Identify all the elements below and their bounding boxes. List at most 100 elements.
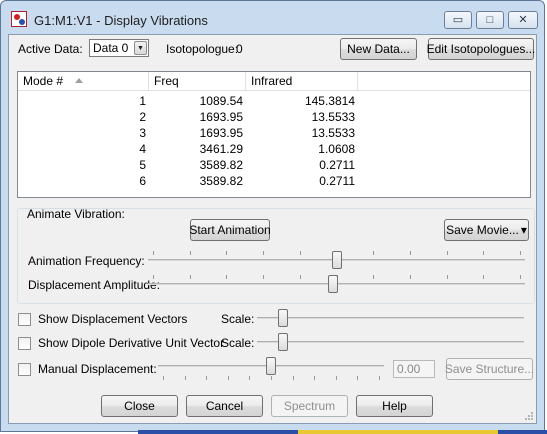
dipole-scale-slider[interactable] <box>257 333 524 353</box>
slider-tick <box>373 251 374 255</box>
cell-infrared: 0.2711 <box>319 158 355 172</box>
slider-thumb[interactable] <box>266 357 276 375</box>
slider-tick <box>314 376 315 380</box>
slider-tick <box>336 376 337 380</box>
minimize-icon: ▭ <box>452 13 464 26</box>
close-window-button[interactable]: ✕ <box>508 11 538 29</box>
slider-tick <box>300 275 301 279</box>
show-displacement-vectors-checkbox[interactable] <box>18 313 31 326</box>
background-strip <box>138 430 547 434</box>
vectors-scale-slider[interactable] <box>257 309 524 329</box>
spectrum-button[interactable]: Spectrum <box>271 395 348 417</box>
slider-tick <box>483 251 484 255</box>
slider-tick <box>293 376 294 380</box>
table-row[interactable]: 5 3589.82 0.2711 <box>18 157 530 173</box>
minimize-button[interactable]: ▭ <box>444 11 472 29</box>
cell-mode: 3 <box>139 126 146 140</box>
animate-vibration-label: Animate Vibration: <box>27 207 125 221</box>
save-movie-button[interactable]: Save Movie... ▾ <box>444 219 529 241</box>
slider-tick <box>483 275 484 279</box>
slider-track <box>257 317 524 319</box>
window-title: G1:M1:V1 - Display Vibrations <box>34 13 208 28</box>
new-data-button[interactable]: New Data... <box>340 38 417 60</box>
displacement-amplitude-label: Displacement Amplitude: <box>28 278 161 292</box>
dropdown-arrow-icon: ▾ <box>520 223 527 237</box>
slider-thumb[interactable] <box>328 275 338 293</box>
slider-tick <box>226 251 227 255</box>
column-header-infrared[interactable]: Infrared <box>246 72 358 90</box>
slider-tick <box>300 251 301 255</box>
cell-mode: 2 <box>139 110 146 124</box>
maximize-button[interactable]: □ <box>476 11 504 29</box>
slider-tick <box>228 376 229 380</box>
manual-displacement-checkbox[interactable] <box>18 363 31 376</box>
vibration-modes-table[interactable]: Mode # Freq Infrared 1 1089.54 145.3814 2 16… <box>17 71 531 198</box>
cell-freq: 3589.82 <box>199 158 243 172</box>
slider-tick <box>263 251 264 255</box>
cancel-button[interactable]: Cancel <box>186 395 263 417</box>
show-displacement-vectors-label: Show Displacement Vectors <box>38 312 188 326</box>
save-movie-label: Save Movie... <box>446 223 519 237</box>
title-bar[interactable]: G1:M1:V1 - Display Vibrations ▭ □ ✕ <box>0 0 545 34</box>
start-animation-button[interactable]: Start Animation <box>189 219 271 241</box>
cell-infrared: 13.5533 <box>311 126 355 140</box>
isotopologue-value: 0 <box>236 42 243 56</box>
slider-tick <box>190 275 191 279</box>
cell-freq: 1693.95 <box>199 110 243 124</box>
slider-thumb[interactable] <box>278 309 288 327</box>
slider-tick <box>379 376 380 380</box>
column-header-freq[interactable]: Freq <box>149 72 246 90</box>
slider-tick <box>410 251 411 255</box>
cell-mode: 1 <box>139 94 146 108</box>
slider-tick <box>357 376 358 380</box>
table-row[interactable]: 4 3461.29 1.0608 <box>18 141 530 157</box>
active-data-dropdown[interactable]: Data 0 ▼ <box>89 39 149 57</box>
slider-tick <box>153 251 154 255</box>
manual-displacement-slider[interactable] <box>158 357 384 381</box>
slider-tick <box>410 275 411 279</box>
slider-tick <box>226 275 227 279</box>
cell-freq: 1089.54 <box>199 94 243 108</box>
cell-freq: 3589.82 <box>199 174 243 188</box>
cell-infrared: 1.0608 <box>318 142 355 156</box>
table-row[interactable]: 2 1693.95 13.5533 <box>18 109 530 125</box>
slider-tick <box>163 376 164 380</box>
table-header: Mode # Freq Infrared <box>18 72 530 91</box>
save-structure-button[interactable]: Save Structure... <box>445 358 534 380</box>
sort-ascending-icon <box>75 78 83 83</box>
slider-thumb[interactable] <box>332 251 342 269</box>
slider-tick <box>520 275 521 279</box>
slider-tick <box>249 376 250 380</box>
table-row[interactable]: 6 3589.82 0.2711 <box>18 173 530 189</box>
cell-infrared: 0.2711 <box>319 174 355 188</box>
vectors-scale-label: Scale: <box>221 312 255 326</box>
edit-isotopologues-button[interactable]: Edit Isotopologues... <box>427 38 535 60</box>
slider-thumb[interactable] <box>278 333 288 351</box>
cell-infrared: 145.3814 <box>304 94 355 108</box>
manual-displacement-label: Manual Displacement: <box>38 362 157 376</box>
active-data-value: Data 0 <box>93 41 129 55</box>
manual-displacement-input[interactable]: 0.00 <box>393 360 435 378</box>
help-button[interactable]: Help <box>356 395 433 417</box>
slider-tick <box>185 376 186 380</box>
slider-tick <box>520 251 521 255</box>
cell-infrared: 13.5533 <box>311 110 355 124</box>
table-row[interactable]: 1 1089.54 145.3814 <box>18 93 530 109</box>
cell-mode: 6 <box>139 174 146 188</box>
displacement-amplitude-slider[interactable] <box>148 275 525 295</box>
slider-tick <box>447 251 448 255</box>
cell-mode: 5 <box>139 158 146 172</box>
slider-track <box>257 341 524 343</box>
column-header-mode[interactable]: Mode # <box>18 72 149 90</box>
slider-tick <box>447 275 448 279</box>
resize-grip-icon[interactable] <box>524 410 534 420</box>
animation-frequency-slider[interactable] <box>148 251 525 271</box>
slider-tick <box>206 376 207 380</box>
show-dipole-derivative-checkbox[interactable] <box>18 337 31 350</box>
cell-mode: 4 <box>139 142 146 156</box>
close-button[interactable]: Close <box>101 395 178 417</box>
dipole-scale-label: Scale: <box>221 336 255 350</box>
animation-frequency-label: Animation Frequency: <box>28 254 145 268</box>
table-row[interactable]: 3 1693.95 13.5533 <box>18 125 530 141</box>
chevron-down-icon: ▼ <box>134 41 147 55</box>
